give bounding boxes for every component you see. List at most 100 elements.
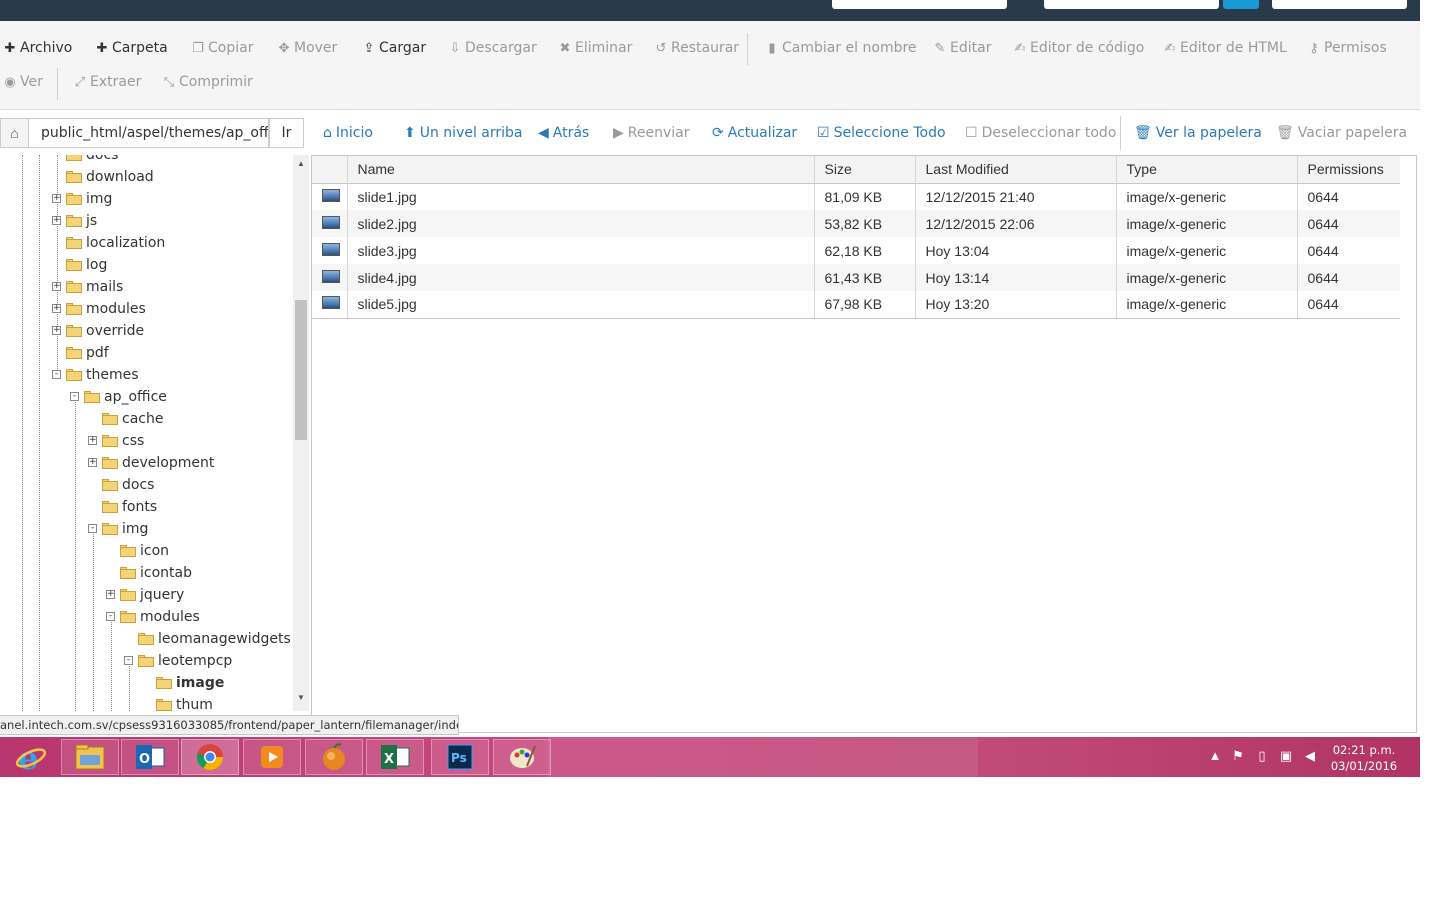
- header-search-button[interactable]: [1223, 0, 1259, 9]
- expand-toggle-icon[interactable]: +: [52, 282, 61, 291]
- column-header-size[interactable]: Size: [814, 156, 916, 184]
- tree-item[interactable]: + css: [88, 430, 144, 452]
- edit-button[interactable]: ✎ Editar: [933, 40, 992, 56]
- nav-reload-link[interactable]: ⟳ Actualizar: [712, 125, 797, 141]
- collapse-toggle-icon[interactable]: -: [52, 370, 61, 379]
- scroll-thumb[interactable]: [295, 300, 307, 440]
- tree-item[interactable]: docs: [102, 474, 154, 496]
- volume-icon[interactable]: ◀: [1298, 748, 1322, 764]
- action-center-flag-icon[interactable]: ⚑: [1226, 748, 1250, 764]
- media-player-icon[interactable]: [243, 739, 301, 775]
- path-home-button[interactable]: ⌂: [0, 118, 28, 148]
- tree-item[interactable]: thum: [156, 694, 213, 711]
- system-clock[interactable]: 02:21 p.m. 03/01/2016: [1322, 742, 1406, 774]
- tree-item[interactable]: + override: [52, 320, 144, 342]
- excel-icon[interactable]: X: [366, 739, 424, 775]
- nav-home-link[interactable]: ⌂ Inicio: [323, 125, 373, 141]
- go-button[interactable]: Ir: [269, 118, 304, 148]
- unselect-all-link[interactable]: ☐ Deseleccionar todo: [965, 125, 1116, 141]
- tree-item[interactable]: log: [66, 254, 107, 276]
- permissions-button[interactable]: ⚷ Permisos: [1307, 40, 1387, 56]
- empty-trash-link[interactable]: 🗑 Vaciar papelera: [1276, 125, 1407, 141]
- paint-icon[interactable]: [493, 739, 551, 775]
- tree-item[interactable]: + js: [52, 210, 97, 232]
- tree-item[interactable]: - img: [88, 518, 148, 540]
- nav-back-link[interactable]: ◀ Atrás: [538, 125, 589, 141]
- tree-item[interactable]: icon: [120, 540, 169, 562]
- expand-toggle-icon[interactable]: +: [52, 194, 61, 203]
- expand-toggle-icon[interactable]: +: [106, 590, 115, 599]
- rename-button[interactable]: ▮ Cambiar el nombre: [765, 40, 916, 56]
- table-row[interactable]: slide1.jpg 81,09 KB 12/12/2015 21:40 image/…: [312, 183, 1400, 210]
- tree-item[interactable]: localization: [66, 232, 165, 254]
- table-row[interactable]: slide2.jpg 53,82 KB 12/12/2015 22:06 image/…: [312, 210, 1400, 237]
- table-row[interactable]: slide3.jpg 62,18 KB Hoy 13:04 image/x-gener…: [312, 237, 1400, 264]
- compress-button[interactable]: ⤡ Comprimir: [162, 74, 253, 90]
- tree-item[interactable]: pdf: [66, 342, 109, 364]
- html-editor-button[interactable]: ✍ Editor de HTML: [1163, 40, 1287, 56]
- tree-item[interactable]: + img: [52, 188, 112, 210]
- chrome-icon[interactable]: [181, 739, 239, 775]
- view-trash-link[interactable]: 🗑 Ver la papelera: [1134, 125, 1262, 141]
- header-user-menu[interactable]: [1272, 0, 1407, 9]
- file-explorer-icon[interactable]: [61, 739, 119, 775]
- nav-forward-link[interactable]: ▶ Reenviar: [613, 125, 690, 141]
- new-file-button[interactable]: ✚ Archivo: [3, 40, 73, 56]
- column-header-permissions[interactable]: Permissions: [1297, 156, 1400, 184]
- tree-item[interactable]: fonts: [102, 496, 157, 518]
- collapse-toggle-icon[interactable]: -: [106, 612, 115, 621]
- tree-scrollbar[interactable]: ▲ ▼: [293, 155, 309, 711]
- view-button[interactable]: ◉ Ver: [3, 74, 43, 90]
- tree-item[interactable]: + modules: [52, 298, 146, 320]
- tree-item[interactable]: leomanagewidgets: [138, 628, 291, 650]
- outlook-icon[interactable]: O: [121, 739, 179, 775]
- column-header-type[interactable]: Type: [1116, 156, 1298, 184]
- tree-item[interactable]: icontab: [120, 562, 192, 584]
- delete-button[interactable]: ✖ Eliminar: [558, 40, 633, 56]
- tree-item[interactable]: - modules: [106, 606, 200, 628]
- tree-item[interactable]: - themes: [52, 364, 139, 386]
- tree-item[interactable]: download: [66, 166, 154, 188]
- show-hidden-icons-icon[interactable]: ▲: [1203, 748, 1227, 763]
- expand-toggle-icon[interactable]: +: [52, 304, 61, 313]
- tree-item[interactable]: cache: [102, 408, 163, 430]
- collapse-toggle-icon[interactable]: -: [124, 656, 133, 665]
- extract-button[interactable]: ⤢ Extraer: [73, 74, 142, 90]
- tree-item[interactable]: + development: [88, 452, 214, 474]
- upload-button[interactable]: ⇪ Cargar: [362, 40, 427, 56]
- scroll-up-arrow-icon[interactable]: ▲: [296, 159, 306, 169]
- expand-toggle-icon[interactable]: +: [88, 458, 97, 467]
- tree-item[interactable]: - leotempcp: [124, 650, 232, 672]
- internet-explorer-icon[interactable]: e: [2, 739, 60, 775]
- nav-up-one-level-link[interactable]: ⬆ Un nivel arriba: [404, 125, 523, 141]
- header-search-input[interactable]: [1044, 0, 1219, 9]
- scroll-down-arrow-icon[interactable]: ▼: [296, 693, 306, 703]
- expand-toggle-icon[interactable]: +: [52, 216, 61, 225]
- fruit-app-icon[interactable]: [305, 739, 363, 775]
- collapse-toggle-icon[interactable]: -: [70, 392, 79, 401]
- tree-item[interactable]: - ap_office: [70, 386, 167, 408]
- download-button[interactable]: ⇩ Descargar: [448, 40, 537, 56]
- network-icon[interactable]: ▣: [1274, 748, 1298, 764]
- copy-button[interactable]: ❐ Copiar: [191, 40, 253, 56]
- table-row[interactable]: slide4.jpg 61,43 KB Hoy 13:14 image/x-gener…: [312, 264, 1400, 291]
- expand-toggle-icon[interactable]: +: [52, 326, 61, 335]
- tree-item[interactable]: + mails: [52, 276, 123, 298]
- new-folder-button[interactable]: ✚ Carpeta: [95, 40, 168, 56]
- tree-item[interactable]: image: [156, 672, 224, 694]
- expand-toggle-icon[interactable]: +: [88, 436, 97, 445]
- table-row[interactable]: slide5.jpg 67,98 KB Hoy 13:20 image/x-gener…: [312, 291, 1400, 319]
- photoshop-icon[interactable]: Ps: [431, 739, 489, 775]
- power-icon[interactable]: ▯: [1250, 748, 1274, 764]
- code-editor-button[interactable]: ✍ Editor de código: [1013, 40, 1145, 56]
- column-header-last-modified[interactable]: Last Modified: [915, 156, 1117, 184]
- tree-item[interactable]: docs: [66, 155, 118, 166]
- restore-button[interactable]: ↺ Restaurar: [654, 40, 740, 56]
- collapse-toggle-icon[interactable]: -: [88, 524, 97, 533]
- header-search-field[interactable]: [832, 0, 1007, 9]
- tree-item[interactable]: + jquery: [106, 584, 184, 606]
- move-button[interactable]: ✥ Mover: [277, 40, 338, 56]
- select-all-link[interactable]: ☑ Seleccione Todo: [817, 125, 946, 141]
- column-header-name[interactable]: Name: [347, 156, 815, 184]
- path-input[interactable]: public_html/aspel/themes/ap_office/img/m…: [28, 118, 269, 148]
